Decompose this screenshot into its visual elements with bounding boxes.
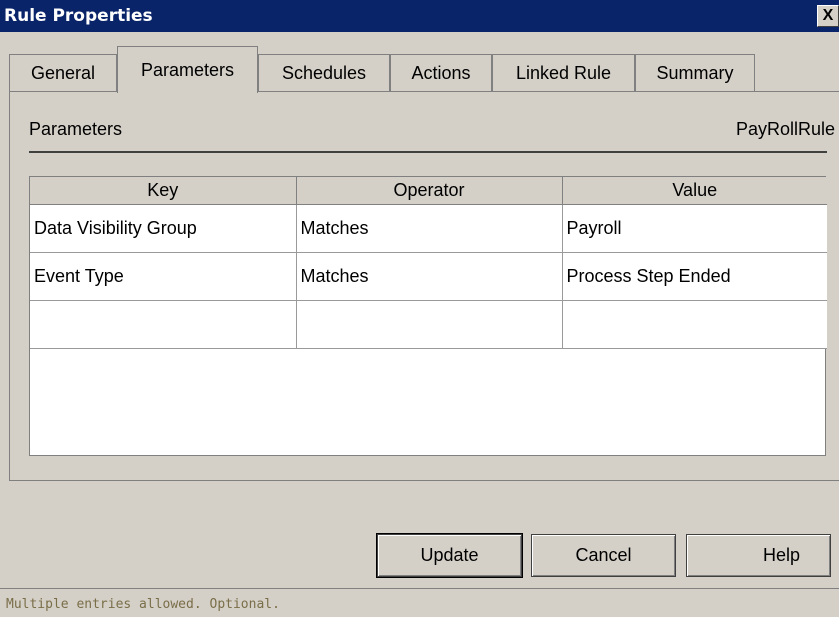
column-header-operator[interactable]: Operator	[295, 177, 563, 205]
help-button[interactable]: Help	[686, 534, 831, 577]
cell-key[interactable]	[30, 299, 297, 349]
column-header-key[interactable]: Key	[30, 177, 297, 205]
parameters-table[interactable]: Key Operator Value Data Visibility Group…	[29, 176, 827, 456]
update-button[interactable]: Update	[376, 533, 523, 578]
table-row[interactable]	[30, 299, 827, 349]
status-bar: Multiple entries allowed. Optional.	[0, 588, 839, 617]
tab-schedules[interactable]: Schedules	[258, 54, 390, 92]
section-title: Parameters	[29, 119, 123, 139]
title-bar: Rule Properties X	[0, 0, 839, 32]
table-row[interactable]: Event Type Matches Process Step Ended	[30, 251, 827, 301]
divider	[29, 151, 827, 153]
cell-operator[interactable]: Matches	[295, 203, 563, 253]
cell-value[interactable]: Process Step Ended	[561, 251, 827, 301]
tab-linked-rule[interactable]: Linked Rule	[492, 54, 635, 92]
cell-key[interactable]: Data Visibility Group	[30, 203, 297, 253]
cancel-button[interactable]: Cancel	[531, 534, 676, 577]
table-row[interactable]: Data Visibility Group Matches Payroll	[30, 203, 827, 253]
status-text: Multiple entries allowed. Optional.	[6, 597, 280, 612]
cell-operator[interactable]	[295, 299, 563, 349]
tab-summary[interactable]: Summary	[635, 54, 755, 92]
cell-operator[interactable]: Matches	[295, 251, 563, 301]
close-button[interactable]: X	[817, 5, 839, 27]
rule-name: PayRollRule	[735, 119, 835, 139]
cell-key[interactable]: Event Type	[30, 251, 297, 301]
column-header-value[interactable]: Value	[561, 177, 827, 205]
window-title: Rule Properties	[4, 6, 153, 26]
table-header-row: Key Operator Value	[30, 177, 827, 205]
tab-actions[interactable]: Actions	[390, 54, 492, 92]
cell-value[interactable]: Payroll	[561, 203, 827, 253]
cell-value[interactable]	[561, 299, 827, 349]
tab-general[interactable]: General	[9, 54, 117, 92]
tab-parameters[interactable]: Parameters	[117, 46, 258, 93]
